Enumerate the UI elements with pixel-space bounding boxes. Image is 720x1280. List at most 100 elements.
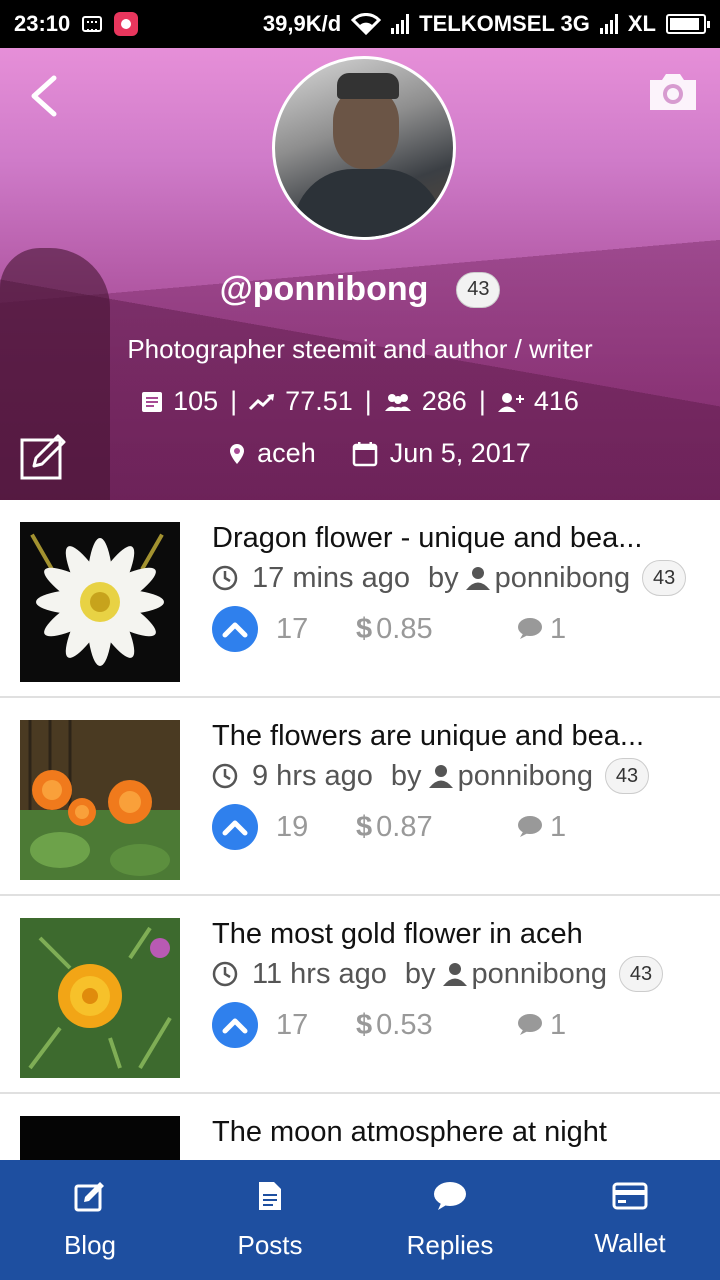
post-actions: 19 $ 0.87 1 — [212, 804, 566, 850]
clock: 23:10 — [14, 11, 71, 36]
post-author[interactable]: ponnibong — [472, 958, 607, 991]
bottom-nav: Blog Posts Replies Wallet — [0, 1160, 720, 1280]
comment-count: 1 — [550, 810, 567, 843]
nav-wallet[interactable]: Wallet — [540, 1160, 720, 1280]
profile-meta: aceh Jun 5, 2017 — [0, 438, 720, 469]
vote-count: 19 — [276, 810, 309, 843]
steem-power: 77.51 — [285, 386, 353, 416]
camera-icon[interactable] — [646, 70, 700, 114]
clock-icon — [212, 763, 238, 789]
nav-replies[interactable]: Replies — [360, 1160, 540, 1280]
edit-icon — [74, 1181, 104, 1211]
dollar-icon: $ — [356, 612, 373, 645]
battery-icon — [666, 14, 710, 34]
by-label: by — [428, 561, 459, 594]
post-feed[interactable]: Dragon flower - unique and bea... 17 min… — [0, 500, 720, 1160]
payout-value: 0.87 — [376, 810, 433, 843]
post-thumbnail[interactable] — [20, 720, 180, 880]
back-button[interactable] — [26, 72, 62, 120]
post-thumbnail[interactable] — [20, 522, 180, 682]
comment-count: 1 — [550, 1008, 567, 1041]
post-title[interactable]: The moon atmosphere at night — [212, 1116, 712, 1149]
post-title[interactable]: Dragon flower - unique and bea... — [212, 522, 712, 555]
posts-count-icon — [142, 391, 163, 412]
clock-icon — [212, 565, 238, 591]
chevron-up-icon — [222, 1018, 248, 1034]
post-actions: 17 $ 0.85 1 — [212, 606, 566, 652]
post-time: 11 hrs ago — [252, 957, 387, 990]
location-icon — [230, 443, 245, 464]
avatar[interactable] — [272, 56, 456, 240]
post-thumbnail[interactable] — [20, 918, 180, 1078]
signal-icon — [391, 14, 410, 34]
username: @ponnibong — [219, 270, 429, 308]
clock-icon — [212, 961, 238, 987]
profile-header: @ponnibong 43 Photographer steemit and a… — [0, 48, 720, 500]
comments[interactable]: 1 — [516, 613, 566, 646]
post-item[interactable]: The moon atmosphere at night — [0, 1094, 720, 1160]
post-meta: 17 mins ago by ponnibong 43 — [212, 560, 687, 596]
following-count: 416 — [533, 386, 579, 416]
post-item[interactable]: Dragon flower - unique and bea... 17 min… — [0, 500, 720, 698]
chevron-up-icon — [222, 820, 248, 836]
wifi-icon — [351, 13, 382, 35]
post-actions: 17 $ 0.53 1 — [212, 1002, 566, 1048]
following-icon — [497, 392, 524, 412]
author-reputation-badge: 43 — [605, 758, 650, 794]
author-reputation-badge: 43 — [619, 956, 664, 992]
nav-posts-label: Posts — [237, 1229, 303, 1260]
payout: $ 0.53 — [356, 1009, 516, 1042]
username-row: @ponnibong 43 — [0, 270, 720, 309]
posts-count: 105 — [173, 386, 219, 416]
comment-icon — [518, 1014, 542, 1035]
followers-icon — [384, 393, 411, 411]
profile-bio: Photographer steemit and author / writer — [127, 334, 593, 364]
post-author[interactable]: ponnibong — [458, 760, 593, 793]
comments[interactable]: 1 — [516, 811, 566, 844]
by-label: by — [404, 957, 436, 990]
dollar-icon: $ — [356, 810, 373, 843]
nav-posts[interactable]: Posts — [180, 1160, 360, 1280]
comment-count: 1 — [550, 612, 567, 645]
post-meta: 9 hrs ago by ponnibong 43 — [212, 758, 650, 794]
document-icon — [259, 1181, 281, 1210]
comment-icon — [518, 816, 542, 837]
payout-value: 0.85 — [376, 612, 433, 645]
nav-blog[interactable]: Blog — [0, 1160, 180, 1280]
post-time: 9 hrs ago — [252, 759, 373, 792]
edit-profile-icon[interactable] — [20, 432, 68, 480]
join-date: Jun 5, 2017 — [389, 438, 531, 468]
author-reputation-badge: 43 — [642, 560, 687, 596]
app-notification-icon — [114, 12, 139, 36]
user-icon — [465, 567, 490, 590]
chat-icon — [434, 1181, 466, 1210]
reputation-badge: 43 — [456, 271, 501, 308]
post-author[interactable]: ponnibong — [495, 562, 630, 595]
profile-stats: 105 | 77.51 | 286 | 416 — [0, 386, 720, 417]
user-icon — [428, 765, 453, 788]
nav-blog-label: Blog — [63, 1229, 117, 1260]
card-icon — [612, 1182, 648, 1209]
post-thumbnail[interactable] — [20, 1116, 180, 1160]
post-item[interactable]: The flowers are unique and bea... 9 hrs … — [0, 698, 720, 896]
comments[interactable]: 1 — [516, 1009, 566, 1042]
payout: $ 0.85 — [356, 613, 516, 646]
post-time: 17 mins ago — [252, 561, 410, 594]
bbm-icon — [82, 16, 103, 32]
post-item[interactable]: The most gold flower in aceh 11 hrs ago … — [0, 896, 720, 1094]
status-bar: 23:10 39,9K/d TELKOMSEL 3G XL — [0, 0, 720, 48]
payout: $ 0.87 — [356, 811, 516, 844]
payout-value: 0.53 — [376, 1008, 433, 1041]
upvote-button[interactable] — [212, 606, 258, 652]
dollar-icon: $ — [356, 1008, 373, 1041]
carrier-2: XL — [627, 11, 656, 36]
upvote-button[interactable] — [212, 1002, 258, 1048]
post-title[interactable]: The flowers are unique and bea... — [212, 720, 712, 753]
upvote-button[interactable] — [212, 804, 258, 850]
vote-count: 17 — [276, 612, 309, 645]
nav-replies-label: Replies — [406, 1229, 494, 1260]
post-title[interactable]: The most gold flower in aceh — [212, 918, 712, 951]
by-label: by — [390, 759, 422, 792]
user-icon — [442, 963, 467, 986]
chevron-up-icon — [222, 622, 248, 638]
